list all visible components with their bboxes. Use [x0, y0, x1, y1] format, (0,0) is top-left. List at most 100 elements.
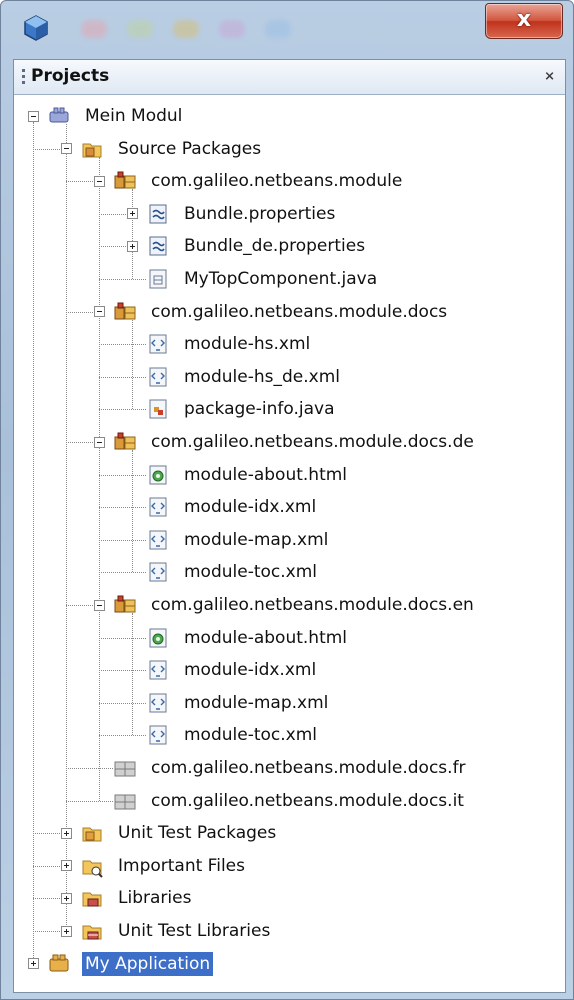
panel-close-icon[interactable]: ⨯ — [544, 69, 555, 84]
xml-file-icon — [149, 334, 167, 354]
tree-node[interactable]: com.galileo.netbeans.module.docs.it — [94, 785, 464, 817]
tree-node[interactable]: module-about.html — [127, 459, 347, 491]
tree-node[interactable]: Bundle.properties — [127, 198, 335, 230]
tree-node[interactable]: module-idx.xml — [127, 491, 316, 523]
tree-node-label: com.galileo.netbeans.module.docs.it — [151, 790, 464, 811]
tree-node-label: Important Files — [118, 855, 245, 876]
tree-node-label: My Application — [82, 951, 214, 976]
tree-node-label: Unit Test Libraries — [118, 921, 271, 941]
xml-file-icon — [149, 693, 167, 713]
tree-node[interactable]: com.galileo.netbeans.module.docs — [94, 296, 447, 328]
tree-node[interactable]: module-map.xml — [127, 524, 328, 556]
package-icon — [114, 432, 136, 450]
tree-node-label: module-hs.xml — [184, 334, 311, 355]
title-bar[interactable]: x — [1, 1, 573, 57]
tree-node-label: package-info.java — [184, 399, 335, 420]
tree-node-label: Bundle_de.properties — [184, 236, 366, 257]
project-tree: Mein Modul Source Packages com.galileo.net… — [14, 94, 565, 992]
xml-file-icon — [149, 367, 167, 387]
tree-node[interactable]: module-toc.xml — [127, 556, 317, 588]
tree-node-label: com.galileo.netbeans.module — [151, 171, 403, 192]
module-icon — [49, 107, 69, 123]
collapse-icon[interactable] — [94, 436, 105, 448]
tree-node[interactable]: Bundle_de.properties — [127, 230, 365, 262]
html-file-icon — [149, 628, 167, 648]
xml-file-icon — [149, 497, 167, 517]
tree-node-label: Libraries — [118, 888, 192, 909]
tree-node[interactable]: module-about.html — [127, 622, 347, 654]
collapse-icon[interactable] — [94, 599, 105, 611]
tree-node[interactable]: Unit Test Libraries — [61, 915, 270, 947]
html-file-icon — [149, 465, 167, 485]
expand-icon[interactable] — [61, 892, 72, 904]
collapse-icon[interactable] — [94, 175, 105, 187]
java-file-icon — [149, 269, 167, 289]
properties-file-icon — [149, 204, 167, 224]
expand-icon[interactable] — [61, 925, 72, 937]
tree-connector-line — [99, 156, 100, 801]
important-files-icon — [82, 860, 103, 878]
blurred-toolbar — [71, 17, 401, 41]
xml-file-icon — [149, 725, 167, 745]
tree-node[interactable]: com.galileo.netbeans.module.docs.de — [94, 426, 474, 458]
test-libraries-icon — [82, 925, 102, 940]
expand-icon[interactable] — [61, 860, 72, 872]
tree-connector-line — [33, 148, 60, 150]
tree-node[interactable]: Source Packages — [61, 133, 261, 165]
tree-node-label: module-toc.xml — [184, 725, 318, 746]
tree-node[interactable]: package-info.java — [127, 393, 335, 425]
close-icon: x — [516, 7, 532, 32]
tree-node[interactable]: module-idx.xml — [127, 654, 316, 686]
tree-connector-line — [33, 122, 34, 962]
xml-file-icon — [149, 660, 167, 680]
test-packages-icon — [82, 827, 102, 842]
projects-panel-header[interactable]: Projects ⨯ — [14, 60, 565, 95]
tree-node-label: com.galileo.netbeans.module.docs.de — [151, 432, 474, 452]
tree-node[interactable]: Important Files — [61, 850, 245, 882]
tree-node-label: module-hs_de.xml — [184, 366, 340, 387]
xml-file-icon — [149, 562, 167, 582]
package-icon — [114, 302, 136, 320]
expand-icon[interactable] — [127, 208, 138, 220]
tree-node[interactable]: com.galileo.netbeans.module — [94, 165, 402, 197]
tree-node[interactable]: module-hs_de.xml — [127, 361, 340, 393]
tree-node[interactable]: com.galileo.netbeans.module.docs.en — [94, 589, 474, 621]
empty-package-icon — [114, 761, 136, 777]
tree-connector-line — [66, 311, 93, 313]
tree-node-label: module-map.xml — [184, 529, 329, 550]
tree-node-label: Bundle.properties — [184, 203, 336, 224]
collapse-icon[interactable] — [61, 143, 72, 155]
tree-node-label: module-toc.xml — [184, 562, 318, 583]
tree-node[interactable]: module-map.xml — [127, 687, 328, 719]
expand-icon[interactable] — [127, 240, 138, 252]
tree-node[interactable]: Libraries — [61, 882, 191, 914]
app-cube-icon — [24, 15, 48, 41]
tree-node[interactable]: My Application — [28, 948, 214, 980]
collapse-icon[interactable] — [28, 110, 39, 122]
tree-node[interactable]: module-toc.xml — [127, 719, 317, 751]
projects-panel: Projects ⨯ Mein Modul Source Packages com.… — [13, 59, 566, 993]
tree-node-label: Mein Modul — [85, 106, 183, 126]
libraries-icon — [82, 892, 102, 907]
tree-node-label: MyTopComponent.java — [184, 269, 378, 289]
tree-connector-line — [66, 605, 93, 606]
tree-node-label: module-map.xml — [184, 692, 329, 713]
tree-node-label: com.galileo.netbeans.module.docs — [151, 301, 448, 322]
tree-node[interactable]: Mein Modul — [28, 100, 182, 132]
window-close-button[interactable]: x — [485, 3, 563, 39]
expand-icon[interactable] — [28, 958, 39, 970]
tree-node[interactable]: Unit Test Packages — [61, 817, 276, 849]
drag-grip-icon[interactable] — [22, 69, 25, 85]
package-icon — [114, 171, 136, 189]
package-info-icon — [149, 399, 167, 419]
tree-connector-line — [99, 213, 126, 215]
tree-node-label: module-about.html — [184, 464, 348, 485]
tree-node-label: Source Packages — [118, 138, 262, 159]
collapse-icon[interactable] — [94, 306, 105, 318]
tree-node-label: Unit Test Packages — [118, 823, 277, 844]
tree-node[interactable]: module-hs.xml — [127, 328, 310, 360]
tree-node[interactable]: com.galileo.netbeans.module.docs.fr — [94, 752, 466, 784]
tree-node[interactable]: MyTopComponent.java — [127, 263, 377, 295]
tree-connector-line — [66, 442, 93, 443]
expand-icon[interactable] — [61, 827, 72, 839]
